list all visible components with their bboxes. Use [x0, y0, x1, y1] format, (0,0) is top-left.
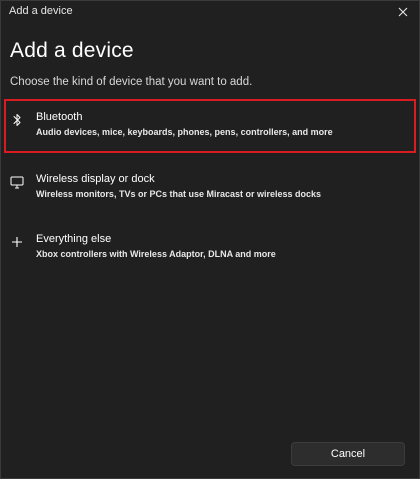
monitor-icon — [8, 173, 26, 191]
cancel-button[interactable]: Cancel — [291, 442, 405, 466]
option-description: Xbox controllers with Wireless Adaptor, … — [36, 249, 276, 259]
option-wireless-display[interactable]: Wireless display or dock Wireless monito… — [4, 161, 416, 215]
option-label: Wireless display or dock — [36, 173, 155, 185]
plus-icon — [8, 233, 26, 251]
option-description: Audio devices, mice, keyboards, phones, … — [36, 127, 333, 137]
option-description: Wireless monitors, TVs or PCs that use M… — [36, 189, 322, 199]
option-bluetooth[interactable]: Bluetooth Audio devices, mice, keyboards… — [4, 99, 416, 153]
page-title: Add a device — [10, 39, 134, 62]
window-title: Add a device — [9, 5, 73, 17]
close-icon — [398, 7, 408, 17]
option-everything-else[interactable]: Everything else Xbox controllers with Wi… — [4, 221, 416, 275]
add-device-window: Add a device Add a device Choose the kin… — [0, 0, 420, 479]
close-button[interactable] — [389, 1, 417, 23]
bluetooth-icon — [8, 111, 26, 129]
title-bar: Add a device — [1, 1, 419, 23]
option-label: Bluetooth — [36, 111, 83, 123]
page-subtitle: Choose the kind of device that you want … — [10, 76, 253, 88]
option-label: Everything else — [36, 233, 112, 245]
